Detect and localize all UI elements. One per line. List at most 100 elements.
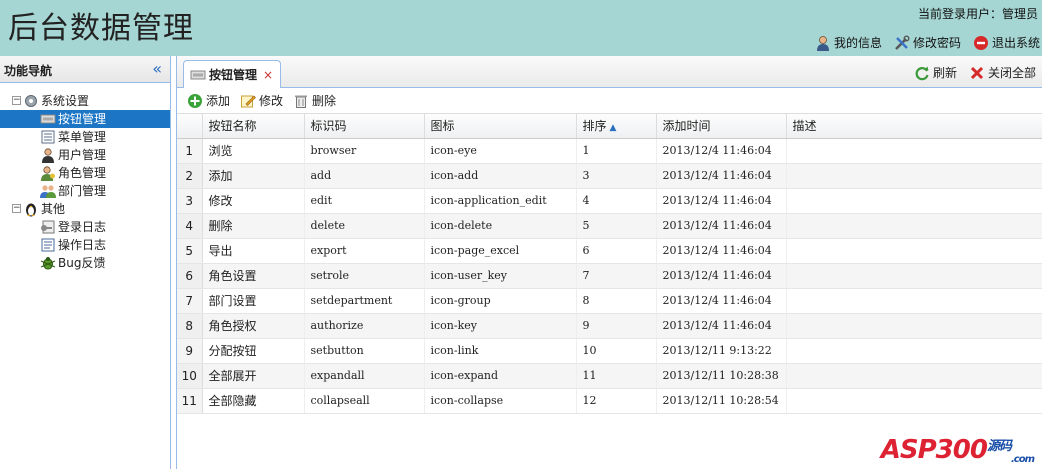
cell-time: 2013/12/4 11:46:04 bbox=[656, 188, 787, 214]
cell-desc bbox=[786, 263, 1042, 289]
cell-sort: 9 bbox=[576, 313, 657, 339]
cell-icon: icon-page_excel bbox=[424, 238, 577, 264]
tree-node-button-management[interactable]: 按钮管理 bbox=[0, 110, 170, 128]
column-header-time[interactable]: 添加时间 bbox=[656, 114, 787, 139]
button-icon bbox=[40, 114, 56, 124]
tab-label: 按钮管理 bbox=[209, 68, 258, 82]
cell-code: export bbox=[304, 238, 425, 264]
cell-desc bbox=[786, 288, 1042, 314]
table-row[interactable]: 2 添加 add icon-add 3 2013/12/4 11:46:04 bbox=[177, 163, 1042, 189]
column-header-icon[interactable]: 图标 bbox=[424, 114, 577, 139]
cell-time: 2013/12/4 11:46:04 bbox=[656, 138, 787, 164]
tree-node-label: 用户管理 bbox=[58, 148, 107, 162]
cell-code: setbutton bbox=[304, 338, 425, 364]
tree-node-system-settings[interactable]: − 系统设置 bbox=[0, 92, 170, 110]
delete-label: 删除 bbox=[312, 94, 337, 108]
cell-code: setdepartment bbox=[304, 288, 425, 314]
column-header-desc[interactable]: 描述 bbox=[786, 114, 1042, 139]
my-info-link[interactable]: 我的信息 bbox=[815, 34, 882, 51]
cell-code: collapseall bbox=[304, 388, 425, 414]
cell-time: 2013/12/11 10:28:54 bbox=[656, 388, 787, 414]
nav-tree: − 系统设置 按钮管理 菜单管理 用户管理 角色管理 部门管理 − 其他 登录日… bbox=[0, 92, 170, 272]
cell-time: 2013/12/11 9:13:22 bbox=[656, 338, 787, 364]
tree-node-role-management[interactable]: 角色管理 bbox=[0, 164, 170, 182]
cell-icon: icon-application_edit bbox=[424, 188, 577, 214]
header-links: 我的信息 修改密码 退出系统 bbox=[815, 34, 1040, 51]
close-icon bbox=[970, 66, 984, 79]
edit-button[interactable]: 修改 bbox=[240, 92, 283, 109]
tree-node-label: 按钮管理 bbox=[58, 112, 107, 126]
table-row[interactable]: 10 全部展开 expandall icon-expand 11 2013/12/11 1… bbox=[177, 363, 1042, 389]
tree-node-bug-feedback[interactable]: Bug反馈 bbox=[0, 254, 170, 272]
cell-code: add bbox=[304, 163, 425, 189]
tree-node-department-management[interactable]: 部门管理 bbox=[0, 182, 170, 200]
cell-name: 修改 bbox=[202, 188, 305, 214]
close-all-button[interactable]: 关闭全部 bbox=[969, 64, 1036, 81]
table-row[interactable]: 6 角色设置 setrole icon-user_key 7 2013/12/4 11:4… bbox=[177, 263, 1042, 289]
cell-code: setrole bbox=[304, 263, 425, 289]
cell-desc bbox=[786, 313, 1042, 339]
tree-node-label: 其他 bbox=[41, 202, 66, 216]
table-row[interactable]: 11 全部隐藏 collapseall icon-collapse 12 2013/12/… bbox=[177, 388, 1042, 414]
role-icon bbox=[41, 166, 55, 181]
cell-desc bbox=[786, 213, 1042, 239]
trash-icon bbox=[295, 95, 308, 108]
cell-desc bbox=[786, 188, 1042, 214]
cell-n: 10 bbox=[177, 363, 203, 389]
cell-time: 2013/12/11 10:28:38 bbox=[656, 363, 787, 389]
cell-icon: icon-eye bbox=[424, 138, 577, 164]
tree-collapse-toggle[interactable]: − bbox=[12, 96, 21, 105]
tree-collapse-toggle[interactable]: − bbox=[12, 204, 21, 213]
tree-node-label: 角色管理 bbox=[58, 166, 107, 180]
cell-n: 4 bbox=[177, 213, 203, 239]
table-row[interactable]: 5 导出 export icon-page_excel 6 2013/12/4 11:46… bbox=[177, 238, 1042, 264]
cell-code: edit bbox=[304, 188, 425, 214]
cell-name: 分配按钮 bbox=[202, 338, 305, 364]
app-title: 后台数据管理 bbox=[8, 11, 194, 46]
cell-sort: 11 bbox=[576, 363, 657, 389]
change-password-label: 修改密码 bbox=[912, 36, 961, 50]
cell-icon: icon-group bbox=[424, 288, 577, 314]
table-row[interactable]: 4 删除 delete icon-delete 5 2013/12/4 11:46:04 bbox=[177, 213, 1042, 239]
cell-icon: icon-expand bbox=[424, 363, 577, 389]
table-row[interactable]: 9 分配按钮 setbutton icon-link 10 2013/12/11 9:13… bbox=[177, 338, 1042, 364]
user-icon bbox=[42, 148, 54, 163]
cell-name: 全部展开 bbox=[202, 363, 305, 389]
login-log-icon bbox=[41, 220, 55, 234]
cell-sort: 10 bbox=[576, 338, 657, 364]
delete-button[interactable]: 删除 bbox=[293, 92, 336, 109]
cell-time: 2013/12/4 11:46:04 bbox=[656, 213, 787, 239]
column-header-code[interactable]: 标识码 bbox=[304, 114, 425, 139]
log-icon bbox=[41, 238, 55, 252]
column-header-sort[interactable]: 排序 ▲ bbox=[576, 114, 657, 139]
cell-n: 7 bbox=[177, 288, 203, 314]
change-password-link[interactable]: 修改密码 bbox=[894, 34, 961, 51]
refresh-button[interactable]: 刷新 bbox=[914, 64, 957, 81]
table-row[interactable]: 7 部门设置 setdepartment icon-group 8 2013/12/4 1… bbox=[177, 288, 1042, 314]
cell-icon: icon-delete bbox=[424, 213, 577, 239]
add-button[interactable]: 添加 bbox=[187, 92, 230, 109]
cell-name: 浏览 bbox=[202, 138, 305, 164]
tree-node-menu-management[interactable]: 菜单管理 bbox=[0, 128, 170, 146]
tree-node-other[interactable]: − 其他 bbox=[0, 200, 170, 218]
cell-sort: 1 bbox=[576, 138, 657, 164]
cell-time: 2013/12/4 11:46:04 bbox=[656, 288, 787, 314]
table-row[interactable]: 3 修改 edit icon-application_edit 4 2013/12/4 1… bbox=[177, 188, 1042, 214]
tab-button-management[interactable]: 按钮管理 × bbox=[183, 60, 281, 88]
close-tab-icon[interactable]: × bbox=[263, 68, 273, 82]
column-header-name[interactable]: 按钮名称 bbox=[202, 114, 305, 139]
tab-bar: 按钮管理 × 刷新 关闭全部 bbox=[177, 56, 1042, 88]
watermark-tld: .com bbox=[1010, 454, 1035, 465]
tree-node-login-log[interactable]: 登录日志 bbox=[0, 218, 170, 236]
table-row[interactable]: 1 浏览 browser icon-eye 1 2013/12/4 11:46:04 bbox=[177, 138, 1042, 164]
table-row[interactable]: 8 角色授权 authorize icon-key 9 2013/12/4 11:46:0… bbox=[177, 313, 1042, 339]
cell-icon: icon-link bbox=[424, 338, 577, 364]
button-icon bbox=[190, 70, 206, 79]
tree-node-operation-log[interactable]: 操作日志 bbox=[0, 236, 170, 254]
cell-desc bbox=[786, 238, 1042, 264]
collapse-sidebar-icon[interactable]: « bbox=[152, 59, 162, 78]
tree-node-user-management[interactable]: 用户管理 bbox=[0, 146, 170, 164]
refresh-icon bbox=[915, 66, 929, 80]
watermark-sub: 源码 bbox=[986, 439, 1012, 454]
logout-link[interactable]: 退出系统 bbox=[973, 34, 1040, 51]
